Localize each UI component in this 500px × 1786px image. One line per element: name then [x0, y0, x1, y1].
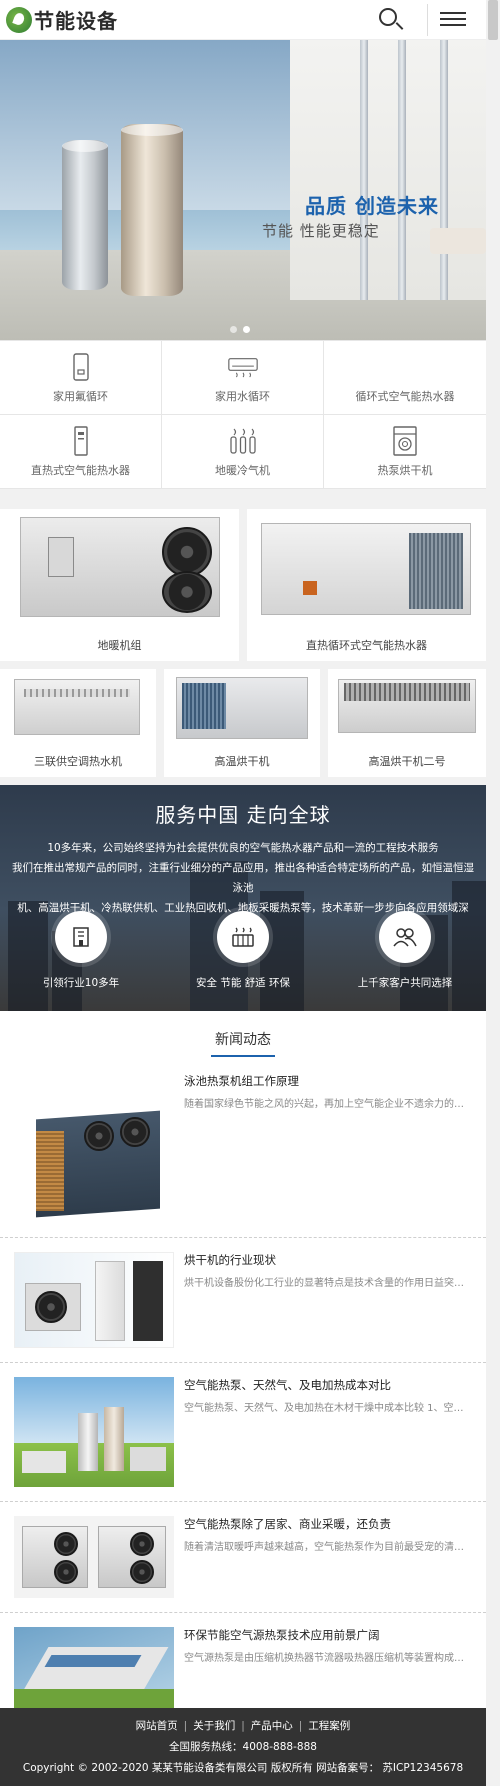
slide-dots: [230, 326, 250, 333]
news-item[interactable]: 空气能热泵、天然气、及电加热成本对比 空气能热泵、天然气、及电加热在木材干燥中成…: [0, 1363, 486, 1502]
product-card[interactable]: 高温烘干机: [164, 669, 320, 777]
news-section: 新闻动态 泳池热泵机组工作原理 随着国家绿色节能之风的兴起，再加上空气能企业不遗…: [0, 1011, 486, 1729]
product-card[interactable]: 直热循环式空气能热水器: [247, 509, 486, 661]
news-title[interactable]: 烘干机的行业现状: [184, 1252, 472, 1268]
footer-hotline: 全国服务热线：4008-888-888: [169, 1741, 317, 1753]
category-item[interactable]: 家用水循环: [162, 341, 324, 415]
industrial-park-image: [14, 1627, 174, 1715]
category-item[interactable]: 循环式空气能热水器: [324, 341, 486, 415]
category-item[interactable]: 家用氟循环: [0, 341, 162, 415]
service-feature-label: 安全 节能 舒适 环保: [195, 977, 290, 989]
heat-pump-unit-image: [0, 669, 156, 747]
heat-pump-unit-image: [0, 509, 239, 631]
category-item[interactable]: 直热式空气能热水器: [0, 415, 162, 489]
scrollbar-thumb[interactable]: [488, 0, 498, 40]
service-feature: 上千家客户共同选择: [330, 911, 480, 990]
silver-water-tank-image: [62, 140, 108, 290]
news-item[interactable]: 泳池热泵机组工作原理 随着国家绿色节能之风的兴起，再加上空气能企业不遗余力的推.…: [0, 1067, 486, 1238]
leaf-logo-icon: [6, 6, 32, 33]
news-title[interactable]: 空气能热泵、天然气、及电加热成本对比: [184, 1377, 472, 1393]
category-item[interactable]: 热泵烘干机: [324, 415, 486, 489]
sofa-image: [430, 228, 486, 254]
users-icon: [379, 911, 431, 963]
news-summary: 随着清洁取暖呼声越来越高，空气能热泵作为目前最受宠的清洁...: [184, 1542, 472, 1553]
window-view: [290, 40, 486, 300]
ac-unit-icon: [227, 352, 258, 382]
news-title[interactable]: 环保节能空气源热泵技术应用前景广阔: [184, 1627, 472, 1643]
logo-text: 节能设备: [34, 9, 118, 33]
news-section-title: 新闻动态: [211, 1029, 275, 1057]
slide-dot[interactable]: [230, 326, 237, 333]
slide-dot-active[interactable]: [243, 326, 250, 333]
banner-slogan: 品质 创造未来: [305, 194, 439, 218]
heater-icon: [66, 425, 96, 456]
banner-subslogan: 节能 性能更稳定: [262, 222, 380, 240]
radiator-icon: [228, 426, 258, 456]
news-summary: 烘干机设备股份化工行业的显著特点是技术含量的作用日益突出...: [184, 1278, 472, 1289]
service-feature: 安全 节能 舒适 环保: [168, 911, 318, 990]
product-name: 高温烘干机: [214, 755, 270, 768]
heat-pump-unit-image: [247, 509, 486, 631]
category-label: 家用水循环: [215, 389, 270, 403]
tank-icon: [66, 352, 96, 382]
footer-link-products[interactable]: 产品中心: [251, 1718, 293, 1733]
heater-icon: [217, 911, 269, 963]
product-name: 高温烘干机二号: [368, 755, 446, 768]
news-title[interactable]: 空气能热泵除了居家、商业采暖，还负责: [184, 1516, 472, 1532]
product-section: 地暖机组 直热循环式空气能热水器 三联供空调热水机 高温烘干机 高温烘干机二号: [0, 503, 486, 785]
category-label: 热泵烘干机: [377, 463, 433, 477]
news-summary: 空气能热泵、天然气、及电加热在木材干燥中成本比较 1、空气...: [184, 1403, 472, 1414]
logo[interactable]: 节能设备: [0, 5, 118, 34]
category-label: 循环式空气能热水器: [355, 389, 455, 403]
product-name: 地暖机组: [97, 639, 142, 652]
page: 节能设备 品质 创造未来 节能 性能更稳定 家用氟循环 家用水循环 循环式空气能…: [0, 0, 486, 1786]
news-item[interactable]: 空气能热泵除了居家、商业采暖，还负责 随着清洁取暖呼声越来越高，空气能热泵作为目…: [0, 1502, 486, 1613]
news-item[interactable]: 烘干机的行业现状 烘干机设备股份化工行业的显著特点是技术含量的作用日益突出...: [0, 1238, 486, 1363]
product-card[interactable]: 地暖机组: [0, 509, 239, 661]
news-summary: 随着国家绿色节能之风的兴起，再加上空气能企业不遗余力的推...: [184, 1099, 472, 1110]
building-icon: [55, 911, 107, 963]
product-card[interactable]: 三联供空调热水机: [0, 669, 156, 777]
footer-link-about[interactable]: 关于我们: [193, 1718, 235, 1733]
service-feature-label: 引领行业10多年: [42, 977, 120, 989]
scrollbar[interactable]: [486, 0, 500, 1786]
dryer-unit-image: [328, 669, 486, 747]
product-name: 三联供空调热水机: [34, 755, 122, 768]
menu-icon[interactable]: [440, 8, 466, 32]
header-divider: [427, 4, 428, 36]
category-grid: 家用氟循环 家用水循环 循环式空气能热水器 直热式空气能热水器 地暖冷气机 热泵…: [0, 340, 486, 489]
category-label: 家用氟循环: [53, 389, 108, 403]
hero-banner[interactable]: 品质 创造未来 节能 性能更稳定: [0, 40, 486, 340]
footer-link-cases[interactable]: 工程案例: [308, 1718, 350, 1733]
service-feature: 引领行业10多年: [6, 911, 156, 990]
factory-heat-pump-image: [14, 1377, 174, 1487]
service-section: 服务中国 走向全球 10多年来，公司始终坚持为社会提供优良的空气能热水器产品和一…: [0, 785, 486, 1011]
footer-copyright: Copyright © 2002-2020 某某节能设备类有限公司 版权所有 网…: [22, 1762, 464, 1774]
news-title[interactable]: 泳池热泵机组工作原理: [184, 1073, 472, 1089]
service-feature-label: 上千家客户共同选择: [357, 977, 453, 989]
service-title: 服务中国 走向全球: [155, 803, 331, 827]
product-name: 直热循环式空气能热水器: [306, 639, 427, 652]
category-label: 直热式空气能热水器: [31, 463, 130, 477]
heat-pump-pair-image: [14, 1516, 174, 1598]
dryer-icon: [390, 425, 420, 456]
dryer-unit-image: [164, 669, 320, 747]
search-icon[interactable]: [374, 4, 406, 36]
dryer-product-image: [14, 1252, 174, 1348]
site-header: 节能设备: [0, 0, 486, 40]
product-card[interactable]: 高温烘干机二号: [328, 669, 486, 777]
footer-nav: 网站首页 | 关于我们 | 产品中心 | 工程案例: [135, 1718, 351, 1733]
pool-heat-pump-image: [14, 1073, 174, 1223]
category-item[interactable]: 地暖冷气机: [162, 415, 324, 489]
category-label: 地暖冷气机: [215, 463, 270, 477]
footer-link-home[interactable]: 网站首页: [136, 1718, 178, 1733]
site-footer: 网站首页 | 关于我们 | 产品中心 | 工程案例 全国服务热线：4008-88…: [0, 1708, 486, 1786]
news-summary: 空气源热泵是由压缩机换热器节流器吸热器压缩机等装置构成了...: [184, 1653, 472, 1664]
gold-water-tank-image: [121, 124, 183, 296]
